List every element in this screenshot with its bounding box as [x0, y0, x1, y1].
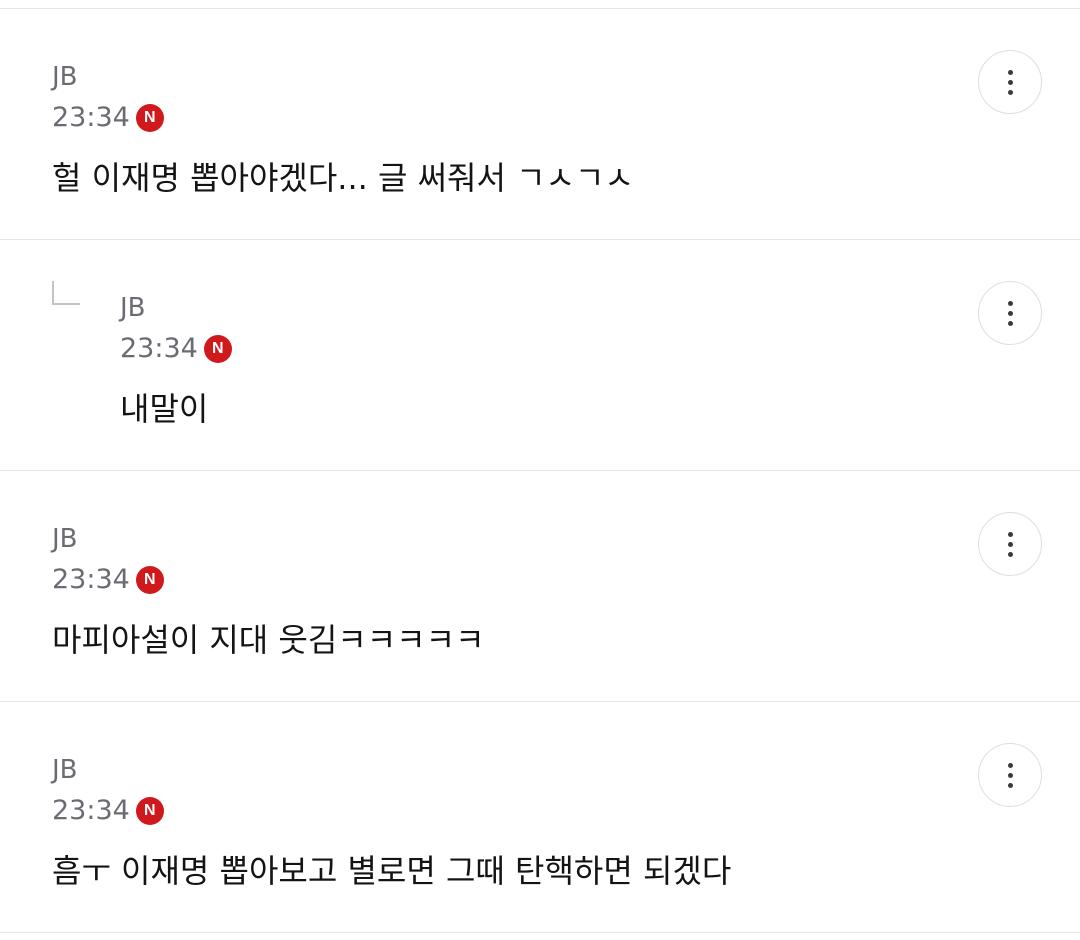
comment-meta: 23:34 N [52, 795, 164, 827]
more-options-button[interactable] [978, 743, 1042, 807]
divider [0, 932, 1080, 933]
comment-time: 23:34 [52, 795, 130, 826]
comment-author[interactable]: JB [52, 755, 78, 785]
comment-item: JB 23:34 N 흠ㅜ 이재명 뽑아보고 별로면 그때 탄핵하면 되겠다 [0, 0, 1080, 932]
more-vertical-icon [1007, 782, 1013, 788]
new-badge: N [135, 797, 164, 825]
more-vertical-icon [1007, 772, 1013, 778]
comment-body: 흠ㅜ 이재명 뽑아보고 별로면 그때 탄핵하면 되겠다 [52, 852, 732, 890]
comment-list: JB 23:34 N 헐 이재명 뽑아야겠다... 글 써줘서 ㄱㅅㄱㅅ JB … [0, 0, 1080, 940]
more-vertical-icon [1007, 762, 1013, 768]
